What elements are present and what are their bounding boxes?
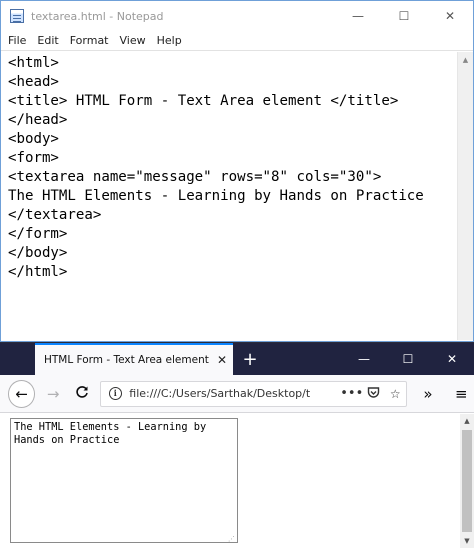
minimize-button[interactable]: — [335, 1, 381, 31]
scrollbar-thumb[interactable] [462, 430, 472, 532]
menu-file[interactable]: File [8, 34, 26, 47]
resize-grip-icon[interactable]: ⋰ [228, 536, 236, 543]
url-text[interactable]: file:///C:/Users/Sarthak/Desktop/t [129, 387, 340, 400]
tab-close-icon[interactable]: ✕ [211, 353, 233, 367]
code-line: </form> [8, 226, 68, 242]
menu-format[interactable]: Format [70, 34, 109, 47]
code-line: </textarea> [8, 207, 102, 223]
browser-minimize-button[interactable]: — [342, 343, 386, 375]
code-line: </head> [8, 112, 68, 128]
notepad-text-editor[interactable]: <html> <head> <title> HTML Form - Text Are… [2, 52, 457, 340]
new-tab-button[interactable]: + [238, 343, 262, 375]
reload-button[interactable] [69, 385, 94, 403]
page-actions-icon[interactable]: ••• [340, 386, 363, 401]
message-textarea[interactable]: The HTML Elements - Learning by Hands on… [10, 418, 238, 543]
tab-title: HTML Form - Text Area element [44, 354, 209, 366]
browser-vertical-scrollbar[interactable]: ▲ ▼ [460, 414, 474, 548]
code-line: <title> HTML Form - Text Area element </… [8, 93, 399, 109]
browser-navigation-toolbar: ← → i file:///C:/Users/Sarthak/Desktop/t… [0, 375, 474, 413]
code-line: <form> [8, 150, 59, 166]
reload-icon [75, 385, 88, 398]
browser-window: HTML Form - Text Area element ✕ + — ☐ ✕ … [0, 343, 474, 548]
notepad-window: textarea.html - Notepad — ☐ ✕ File Edit … [0, 0, 474, 342]
menu-edit[interactable]: Edit [37, 34, 58, 47]
notepad-title: textarea.html - Notepad [31, 9, 164, 23]
menu-help[interactable]: Help [157, 34, 182, 47]
menu-view[interactable]: View [120, 34, 146, 47]
notepad-menu-bar: File Edit Format View Help [1, 31, 473, 51]
scroll-up-arrow-icon[interactable]: ▲ [460, 414, 474, 428]
code-line: The HTML Elements - Learning by Hands on… [8, 188, 424, 204]
code-line: <head> [8, 74, 59, 90]
site-info-icon[interactable]: i [105, 384, 125, 404]
code-line: <body> [8, 131, 59, 147]
maximize-button[interactable]: ☐ [381, 1, 427, 31]
close-button[interactable]: ✕ [427, 1, 473, 31]
browser-close-button[interactable]: ✕ [430, 343, 474, 375]
browser-tab-bar: HTML Form - Text Area element ✕ + — ☐ ✕ [0, 343, 474, 375]
bookmark-star-icon[interactable]: ☆ [384, 387, 406, 401]
url-bar[interactable]: i file:///C:/Users/Sarthak/Desktop/t •••… [100, 380, 408, 407]
code-line: </body> [8, 245, 68, 261]
scroll-down-arrow-icon[interactable]: ▼ [460, 534, 474, 548]
toolbar-overflow-icon[interactable]: » [413, 385, 442, 403]
browser-tab-active[interactable]: HTML Form - Text Area element ✕ [35, 343, 233, 375]
back-button[interactable]: ← [8, 379, 36, 408]
page-content: The HTML Elements - Learning by Hands on… [0, 414, 460, 548]
notepad-title-bar: textarea.html - Notepad — ☐ ✕ [1, 1, 473, 31]
forward-button[interactable]: → [40, 385, 65, 403]
pocket-icon[interactable] [362, 386, 384, 402]
code-line: </html> [8, 264, 68, 280]
code-line: <textarea name="message" rows="8" cols="… [8, 169, 382, 185]
hamburger-menu-icon[interactable]: ≡ [449, 385, 474, 403]
notepad-vertical-scrollbar[interactable]: ▲ [457, 52, 473, 340]
browser-window-controls: — ☐ ✕ [342, 343, 474, 375]
scroll-up-arrow-icon[interactable]: ▲ [458, 52, 473, 68]
code-line: <html> [8, 55, 59, 71]
browser-maximize-button[interactable]: ☐ [386, 343, 430, 375]
notepad-app-icon [10, 9, 24, 23]
